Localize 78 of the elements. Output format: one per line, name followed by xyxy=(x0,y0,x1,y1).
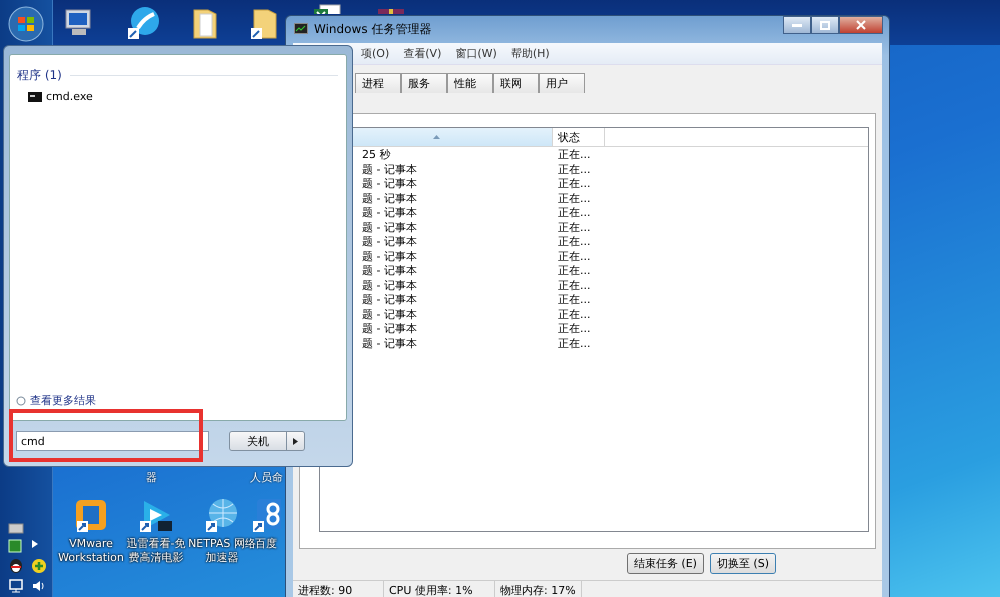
network-icon[interactable] xyxy=(8,579,24,593)
close-icon xyxy=(856,20,866,30)
menu-item[interactable]: 查看(V) xyxy=(403,46,442,61)
section-title: 程序 (1) xyxy=(17,67,62,84)
sort-arrow-icon xyxy=(432,135,440,139)
task-status: 正在... xyxy=(557,147,592,162)
console-icon xyxy=(28,92,42,102)
tray-app-icon[interactable] xyxy=(8,539,22,553)
close-button[interactable] xyxy=(839,16,883,34)
task-status: 正在... xyxy=(557,248,592,264)
status-text: 物理内存: 17% xyxy=(495,581,582,597)
icon-label: 百度 xyxy=(255,537,277,552)
task-name: 题 - 记事本 xyxy=(361,263,418,278)
tab[interactable]: 进程 xyxy=(355,73,401,93)
menu-item[interactable]: 项(O) xyxy=(361,46,390,61)
tab[interactable]: 服务 xyxy=(401,73,447,93)
status-text: CPU 使用率: 1% xyxy=(384,581,495,597)
task-name: 题 - 记事本 xyxy=(361,162,418,176)
task-status: 正在... xyxy=(557,162,592,176)
start-orb-icon[interactable] xyxy=(8,6,44,42)
menu-item[interactable]: 窗口(W) xyxy=(455,46,497,61)
task-status: 正在... xyxy=(557,336,592,350)
task-name: 题 - 记事本 xyxy=(361,205,418,220)
task-name: 题 - 记事本 xyxy=(361,278,418,292)
monitor-icon xyxy=(294,23,308,35)
dialog-button[interactable]: 切换至 (S) xyxy=(710,553,776,574)
task-status: 正在... xyxy=(557,190,592,206)
task-status: 正在... xyxy=(557,176,592,191)
task-name: 题 - 记事本 xyxy=(361,190,418,206)
task-status: 正在... xyxy=(557,220,592,234)
search-field[interactable]: cmd xyxy=(16,431,209,451)
icon-label: NETPAS 网络加速器 xyxy=(188,537,256,566)
window-title: Windows 任务管理器 xyxy=(314,20,432,38)
task-status: 正在... xyxy=(557,306,592,322)
result-item[interactable]: cmd.exe xyxy=(28,90,93,103)
task-name: 题 - 记事本 xyxy=(361,176,418,191)
task-name: 题 - 记事本 xyxy=(361,220,418,234)
task-name: 题 - 记事本 xyxy=(361,292,418,307)
task-status: 正在... xyxy=(557,292,592,307)
task-name: 题 - 记事本 xyxy=(361,336,418,350)
task-name: 题 - 记事本 xyxy=(361,234,418,249)
arrow-icon[interactable] xyxy=(31,539,39,549)
shutdown-options-button[interactable] xyxy=(287,431,305,451)
tab[interactable]: 性能 xyxy=(447,73,493,93)
app-icon[interactable] xyxy=(251,497,281,533)
globe-icon[interactable] xyxy=(204,497,240,533)
icon-label: VMware Workstation xyxy=(57,537,125,566)
task-name: 题 - 记事本 xyxy=(361,306,418,322)
arrow-icon xyxy=(293,438,298,444)
tab[interactable]: 用户 xyxy=(539,73,585,93)
status-text: 进程数: 90 xyxy=(293,581,384,597)
icon-label: 器 xyxy=(146,470,157,485)
disc-shortcut-icon[interactable] xyxy=(126,6,160,40)
keyboard-icon[interactable] xyxy=(8,522,24,534)
task-name: 题 - 记事本 xyxy=(361,321,418,336)
maximize-icon xyxy=(820,20,830,30)
icon-label: 人员命 xyxy=(250,470,283,485)
vmware-icon[interactable] xyxy=(73,497,109,533)
menu-item[interactable]: 帮助(H) xyxy=(510,46,550,61)
task-status: 正在... xyxy=(557,234,592,249)
task-status: 正在... xyxy=(557,321,592,336)
task-status: 正在... xyxy=(557,205,592,220)
search-icon xyxy=(16,396,26,406)
tab[interactable]: 联网 xyxy=(493,73,539,93)
task-name: 25 秒 xyxy=(361,147,392,162)
minimize-button[interactable] xyxy=(783,16,811,34)
minimize-icon xyxy=(792,23,802,27)
icon-label: 迅雷看看-免费高清电影 xyxy=(126,537,186,566)
task-name: 题 - 记事本 xyxy=(361,248,418,264)
column-header[interactable]: 状态 xyxy=(553,128,605,146)
task-status: 正在... xyxy=(557,278,592,292)
maximize-button[interactable] xyxy=(811,16,839,34)
penguin-icon[interactable] xyxy=(8,558,24,574)
dialog-button[interactable]: 结束任务 (E) xyxy=(626,553,704,574)
task-status: 正在... xyxy=(557,263,592,278)
shutdown-button[interactable]: 关机 xyxy=(229,431,287,451)
more-results-link[interactable]: 查看更多结果 xyxy=(30,393,96,408)
plus-icon[interactable] xyxy=(31,558,47,574)
